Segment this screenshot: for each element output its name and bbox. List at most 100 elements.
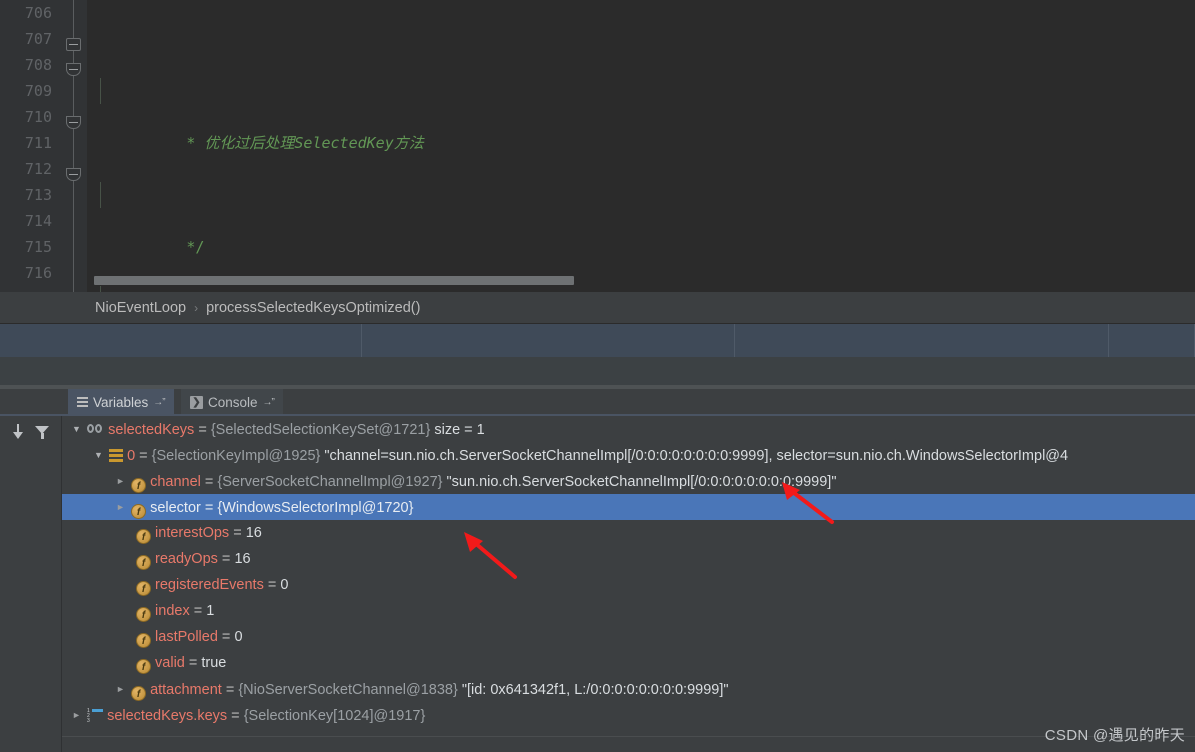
tab-pin-icon[interactable]: →” [153, 397, 165, 408]
variable-ref: {ServerSocketChannelImpl@1927} [217, 474, 443, 490]
line-number: 708 [24, 56, 52, 74]
variable-name: selectedKeys [108, 422, 195, 438]
variable-row-valid[interactable]: f valid = true [62, 650, 1195, 676]
fold-marker[interactable] [66, 38, 81, 51]
fold-marker[interactable] [66, 63, 81, 76]
breadcrumb-class[interactable]: NioEventLoop [95, 300, 186, 316]
variable-name: channel [150, 474, 201, 490]
equals: = [221, 682, 239, 698]
variable-name: selectedKeys.keys [107, 708, 228, 724]
variable-ref: {SelectionKey[1024]@1917} [243, 708, 426, 724]
watermark: CSDN @遇见的昨天 [1044, 727, 1185, 744]
step-down-icon[interactable] [11, 424, 25, 440]
variable-name: readyOps [155, 551, 218, 567]
line-number: 706 [24, 4, 52, 22]
variable-row-index-0[interactable]: ▼ 0 = {SelectionKeyImpl@1925} "channel=s… [62, 442, 1195, 468]
equals: = [200, 474, 218, 490]
equals: = [194, 422, 211, 438]
chevron-right-icon[interactable]: ► [114, 676, 127, 702]
variable-row-lastPolled[interactable]: f lastPolled = 0 [62, 624, 1195, 650]
variable-value: "sun.nio.ch.ServerSocketChannelImpl[/0:0… [442, 474, 837, 490]
variable-row-selectedKeys-keys[interactable]: ► 123 selectedKeys.keys = {SelectionKey[… [62, 702, 1195, 728]
tab-pin-icon[interactable]: →” [263, 397, 275, 408]
console-icon: ❯ [190, 396, 203, 409]
variable-name: interestOps [155, 525, 230, 541]
variable-ref: {NioServerSocketChannel@1838} [238, 682, 458, 698]
tab-console[interactable]: ❯ Console →” [181, 389, 283, 416]
equals: = [200, 500, 218, 516]
field-icon: f [136, 607, 151, 622]
chevron-right-icon[interactable]: ► [70, 702, 83, 728]
editor-horizontal-scrollbar[interactable] [94, 276, 574, 285]
equals: = [263, 577, 281, 593]
filter-icon[interactable] [35, 425, 50, 440]
debug-sidebar-toolbar[interactable] [0, 416, 61, 448]
line-number: 713 [24, 186, 52, 204]
line-number: 715 [24, 238, 52, 256]
strip-cell [362, 324, 735, 357]
breadcrumb-method[interactable]: processSelectedKeysOptimized() [206, 300, 420, 316]
variable-value: "channel=sun.nio.ch.ServerSocketChannelI… [320, 448, 1069, 464]
variable-row-attachment[interactable]: ► f attachment = {NioServerSocketChannel… [62, 676, 1195, 702]
equals: = [217, 551, 235, 567]
variable-row-interestOps[interactable]: f interestOps = 16 [62, 520, 1195, 546]
debug-sidebar[interactable]: tLoop (id netty.cha etty.util.c ternal) … [0, 416, 62, 752]
field-icon: f [136, 555, 151, 570]
line-number: 709 [24, 82, 52, 100]
variable-value: true [201, 655, 227, 671]
field-icon: f [136, 529, 151, 544]
chevron-right-icon[interactable]: ► [114, 494, 127, 520]
code-line-707: */ [87, 182, 1195, 256]
variables-tree[interactable]: ▼ selectedKeys = {SelectedSelectionKeySe… [62, 416, 1195, 736]
variable-name: attachment [150, 682, 222, 698]
variable-row-channel[interactable]: ► f channel = {ServerSocketChannelImpl@1… [62, 468, 1195, 494]
status-bar [62, 736, 1195, 752]
variable-ref: {WindowsSelectorImpl@1720} [217, 500, 414, 516]
variable-name: selector [150, 500, 201, 516]
variable-value: 16 [245, 525, 262, 541]
code-editor[interactable]: 706 707 708 709 710 711 712 713 714 715 … [0, 0, 1195, 292]
line-number: 711 [24, 134, 52, 152]
line-number: 710 [24, 108, 52, 126]
tab-console-label: Console [208, 395, 258, 410]
chevron-down-icon[interactable]: ▼ [92, 442, 105, 468]
fold-gutter[interactable] [60, 0, 87, 292]
breadcrumb-separator-icon: › [194, 300, 199, 315]
variable-row-selector[interactable]: ► f selector = {WindowsSelectorImpl@1720… [62, 494, 1195, 520]
variable-row-selectedKeys[interactable]: ▼ selectedKeys = {SelectedSelectionKeySe… [62, 416, 1195, 442]
toolbar-strip [0, 357, 1195, 385]
ide-debug-window: 706 707 708 709 710 711 712 713 714 715 … [0, 0, 1195, 752]
field-icon: f [136, 659, 151, 674]
tool-window-tabs[interactable]: Variables →” ❯ Console →” e [0, 389, 1195, 416]
field-icon: f [131, 686, 147, 701]
strip-cell [1109, 324, 1195, 357]
variable-row-index[interactable]: f index = 1 [62, 598, 1195, 624]
variable-row-registeredEvents[interactable]: f registeredEvents = 0 [62, 572, 1195, 598]
fold-marker-current[interactable] [66, 116, 81, 129]
variable-value: 0 [234, 629, 243, 645]
line-number: 716 [24, 264, 52, 282]
debug-frames-strip [0, 324, 1195, 357]
variable-value: "[id: 0x641342f1, L:/0:0:0:0:0:0:0:0:999… [457, 682, 729, 698]
chevron-right-icon[interactable]: ► [114, 468, 127, 494]
variable-row-readyOps[interactable]: f readyOps = 16 [62, 546, 1195, 572]
line-number: 712 [24, 160, 52, 178]
field-icon: f [131, 504, 147, 519]
tab-variables[interactable]: Variables →” [68, 389, 174, 416]
variable-ref: {SelectedSelectionKeySet@1721} [210, 422, 431, 438]
fold-marker[interactable] [66, 168, 81, 181]
equals: = [189, 603, 207, 619]
variable-value: 1 [206, 603, 215, 619]
code-text[interactable]: * 优化过后处理SelectedKey方法 */ private void pr… [87, 0, 1195, 292]
line-number: 707 [24, 30, 52, 48]
equals: = [229, 525, 246, 541]
variable-name: 0 [127, 448, 136, 464]
equals: = [227, 708, 244, 724]
breadcrumb[interactable]: NioEventLoop › processSelectedKeysOptimi… [0, 292, 1195, 324]
variable-value: size = 1 [430, 422, 485, 438]
watch-glasses-icon [87, 424, 104, 435]
chevron-down-icon[interactable]: ▼ [70, 416, 83, 442]
code-comment-end: */ [186, 238, 205, 256]
variable-name: valid [155, 655, 185, 671]
code-line-706: * 优化过后处理SelectedKey方法 [87, 78, 1195, 152]
